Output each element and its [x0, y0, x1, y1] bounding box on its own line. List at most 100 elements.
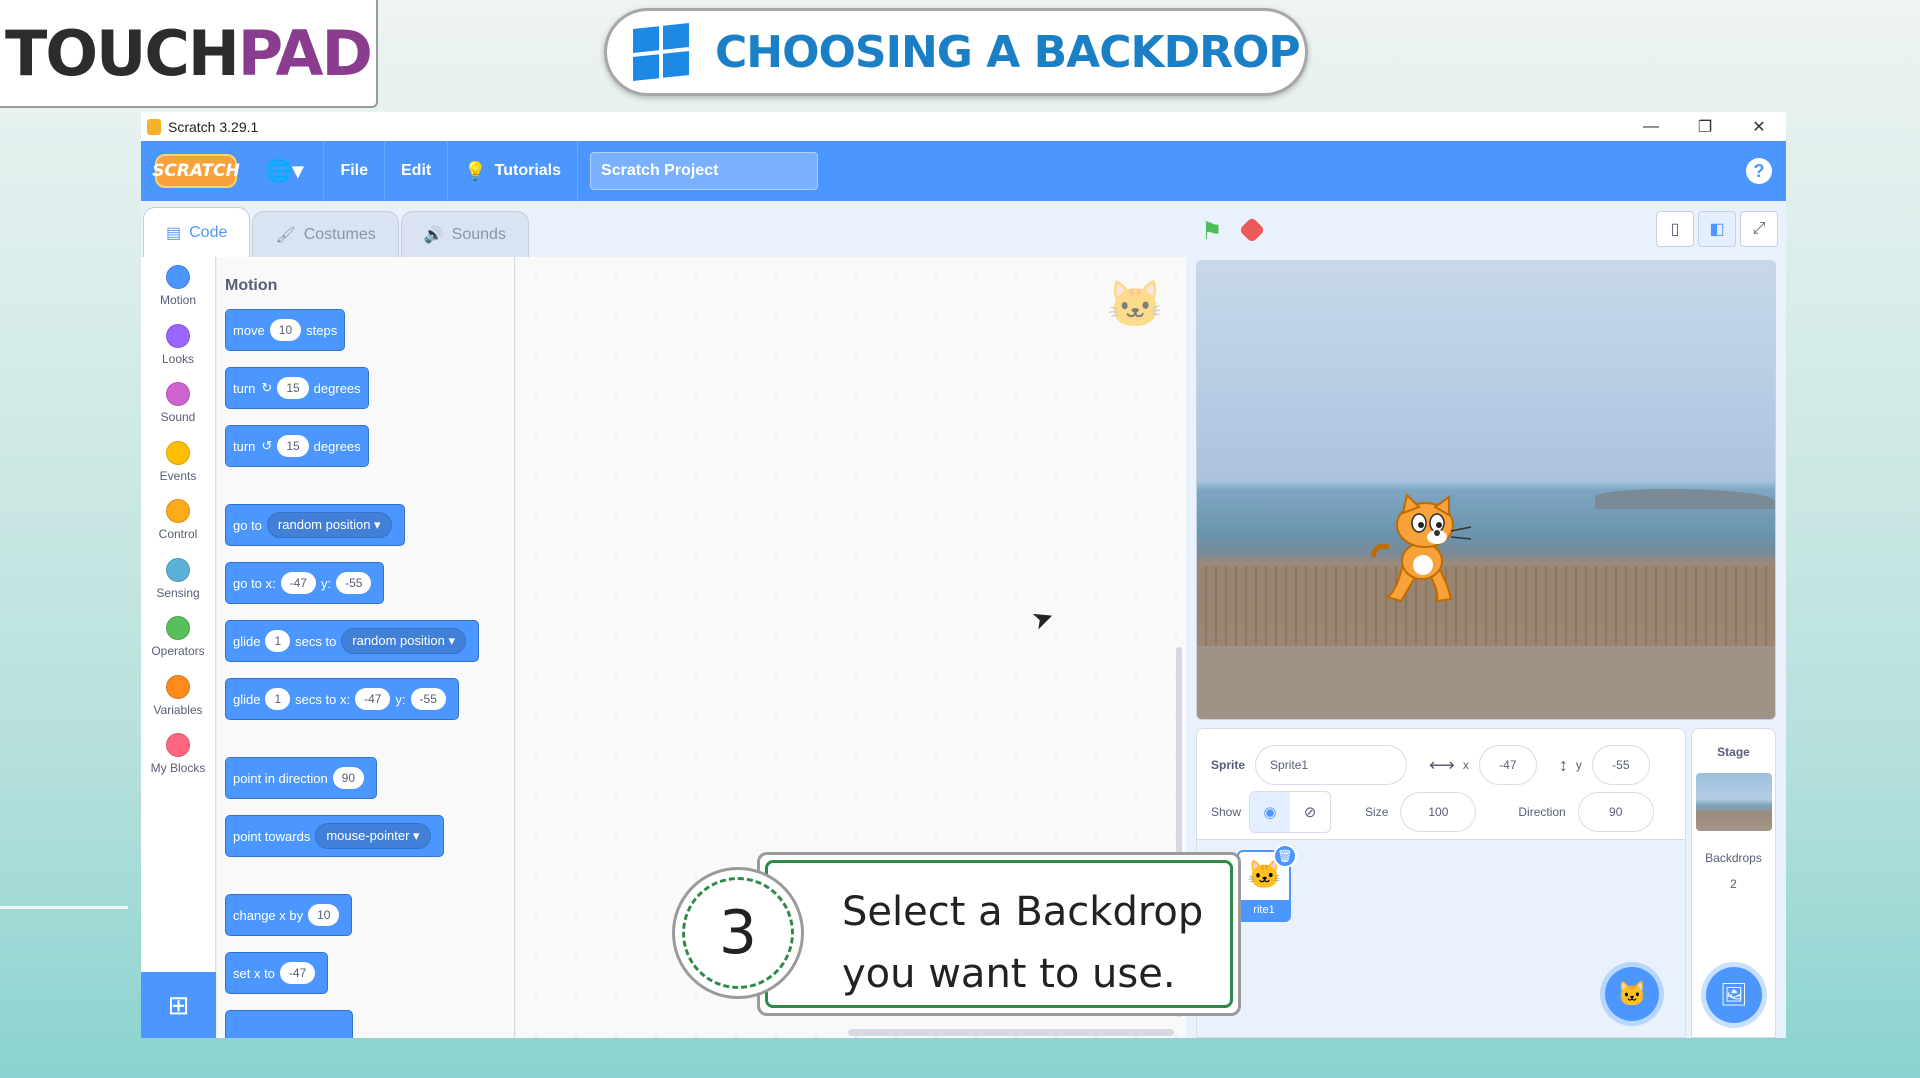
- instruction-line-1: Select a Backdrop: [842, 889, 1204, 935]
- green-flag-icon[interactable]: ⚑: [1201, 217, 1223, 246]
- minimize-button[interactable]: —: [1624, 112, 1678, 141]
- block-glide-xy[interactable]: glide 1 secs to x: -47 y: -55: [225, 678, 459, 720]
- block-input[interactable]: 10: [269, 319, 302, 341]
- block-input[interactable]: 10: [308, 904, 340, 926]
- logo-text-touch: TOUCH: [5, 16, 240, 90]
- touchpad-logo: TOUCH PAD: [0, 0, 378, 108]
- rotate-right-icon: ↻: [261, 380, 273, 395]
- stop-icon[interactable]: [1238, 216, 1266, 244]
- block-partial[interactable]: [225, 1010, 353, 1038]
- project-title-input[interactable]: Scratch Project: [590, 152, 819, 190]
- block-dropdown[interactable]: mouse-pointer ▾: [315, 823, 431, 849]
- add-extension-button[interactable]: ⊞: [141, 972, 216, 1038]
- variables-dot-icon: [166, 674, 190, 699]
- block-text: go to: [233, 517, 262, 533]
- category-sound[interactable]: Sound: [141, 374, 215, 433]
- block-input[interactable]: 1: [265, 688, 291, 710]
- tab-costumes[interactable]: 🖌 Costumes: [252, 211, 399, 257]
- block-input[interactable]: 15: [277, 377, 309, 399]
- scratch-logo[interactable]: SCRATCH: [152, 154, 240, 188]
- block-text: change x by: [233, 907, 304, 923]
- block-input[interactable]: -55: [336, 572, 372, 594]
- small-stage-icon[interactable]: ▯: [1656, 211, 1694, 247]
- category-sensing[interactable]: Sensing: [141, 550, 215, 609]
- cat-sprite[interactable]: [1367, 493, 1477, 613]
- choose-backdrop-button[interactable]: 🖼: [1706, 967, 1762, 1023]
- show-label: Show: [1211, 805, 1242, 819]
- block-turn-right[interactable]: turn ↻ 15 degrees: [225, 367, 369, 409]
- block-text: degrees: [313, 438, 361, 454]
- stage-canvas[interactable]: [1196, 260, 1776, 720]
- block-turn-left[interactable]: turn ↺ 15 degrees: [225, 425, 369, 467]
- y-input[interactable]: -55: [1591, 745, 1650, 785]
- scratch-app-icon: [147, 118, 161, 135]
- block-text: glide: [233, 691, 261, 707]
- menu-bar: SCRATCH 🌐▾ File Edit 💡 Tutorials Scratch …: [141, 141, 1786, 201]
- block-palette: Motion move 10 steps turn ↻ 15 degrees turn ↺ 1…: [217, 257, 515, 1038]
- category-looks[interactable]: Looks: [141, 316, 215, 375]
- block-input[interactable]: -55: [410, 688, 446, 710]
- fullscreen-icon[interactable]: ⤢: [1740, 211, 1778, 247]
- size-label: Size: [1365, 805, 1389, 819]
- category-my-blocks[interactable]: My Blocks: [141, 725, 215, 784]
- normal-stage-icon[interactable]: ◧: [1698, 211, 1736, 247]
- category-label: Sensing: [156, 585, 200, 600]
- block-go-to[interactable]: go to random position ▾: [225, 504, 405, 546]
- tab-sounds[interactable]: 🔊 Sounds: [400, 211, 529, 257]
- script-horizontal-scrollbar[interactable]: [848, 1029, 1174, 1036]
- block-text: glide: [233, 633, 261, 649]
- close-button[interactable]: ✕: [1732, 112, 1786, 141]
- block-point-towards[interactable]: point towards mouse-pointer ▾: [225, 815, 444, 857]
- windows-logo-icon: [633, 23, 689, 81]
- add-sprite-button[interactable]: 🐱: [1605, 967, 1659, 1021]
- block-text: y:: [320, 575, 332, 591]
- block-go-to-xy[interactable]: go to x: -47 y: -55: [225, 562, 385, 604]
- eye-hidden-icon[interactable]: ⊘: [1290, 792, 1330, 832]
- category-label: Variables: [153, 702, 203, 717]
- block-input[interactable]: -47: [279, 962, 316, 984]
- tab-code[interactable]: ▤ Code: [143, 207, 251, 257]
- block-set-x[interactable]: set x to -47: [225, 952, 329, 994]
- trash-icon[interactable]: 🗑: [1273, 844, 1297, 868]
- block-move-steps[interactable]: move 10 steps: [225, 309, 346, 351]
- block-dropdown[interactable]: random position ▾: [341, 628, 466, 654]
- block-dropdown[interactable]: random position ▾: [266, 512, 392, 538]
- block-input[interactable]: 90: [332, 767, 365, 789]
- sprite-name-input[interactable]: Sprite1: [1255, 745, 1408, 785]
- block-glide-to[interactable]: glide 1 secs to random position ▾: [225, 620, 479, 662]
- stage-selector[interactable]: Stage Backdrops 2 🖼: [1691, 728, 1776, 1038]
- tutorials-menu[interactable]: 💡 Tutorials: [448, 141, 579, 201]
- backdrop-hills: [1595, 489, 1775, 509]
- sprite-info-row-2: Show ◉ ⊘ Size 100 Direction 90: [1211, 791, 1654, 833]
- category-control[interactable]: Control: [141, 491, 215, 550]
- block-text: degrees: [313, 380, 361, 396]
- sprite-thumbnail[interactable]: 🐱 rite1 🗑: [1237, 844, 1297, 922]
- category-events[interactable]: Events: [141, 433, 215, 492]
- category-motion[interactable]: Motion: [141, 257, 215, 316]
- motion-dot-icon: [166, 265, 190, 290]
- category-variables[interactable]: Variables: [141, 667, 215, 726]
- eye-icon[interactable]: ◉: [1250, 792, 1291, 832]
- block-input[interactable]: -47: [355, 688, 391, 710]
- help-icon[interactable]: ?: [1746, 158, 1772, 184]
- language-menu[interactable]: 🌐▾: [249, 141, 325, 201]
- block-input[interactable]: 1: [265, 630, 291, 652]
- x-input[interactable]: -47: [1478, 745, 1537, 785]
- backdrop-thumbnail[interactable]: [1695, 773, 1772, 831]
- block-text: point in direction: [233, 770, 328, 786]
- block-point-direction[interactable]: point in direction 90: [225, 757, 378, 799]
- file-menu[interactable]: File: [324, 141, 385, 201]
- size-input[interactable]: 100: [1400, 792, 1477, 832]
- category-operators[interactable]: Operators: [141, 608, 215, 667]
- tab-code-label: Code: [189, 223, 228, 241]
- block-change-x[interactable]: change x by 10: [225, 894, 353, 936]
- direction-label: Direction: [1518, 805, 1566, 819]
- restore-button[interactable]: ❐: [1678, 112, 1732, 141]
- direction-input[interactable]: 90: [1577, 792, 1654, 832]
- palette-section-title: Motion: [225, 277, 278, 294]
- block-input[interactable]: 15: [277, 435, 309, 457]
- image-plus-icon: 🖼: [1720, 982, 1748, 1007]
- block-input[interactable]: -47: [280, 572, 316, 594]
- edit-menu[interactable]: Edit: [385, 141, 449, 201]
- category-label: Operators: [151, 644, 205, 659]
